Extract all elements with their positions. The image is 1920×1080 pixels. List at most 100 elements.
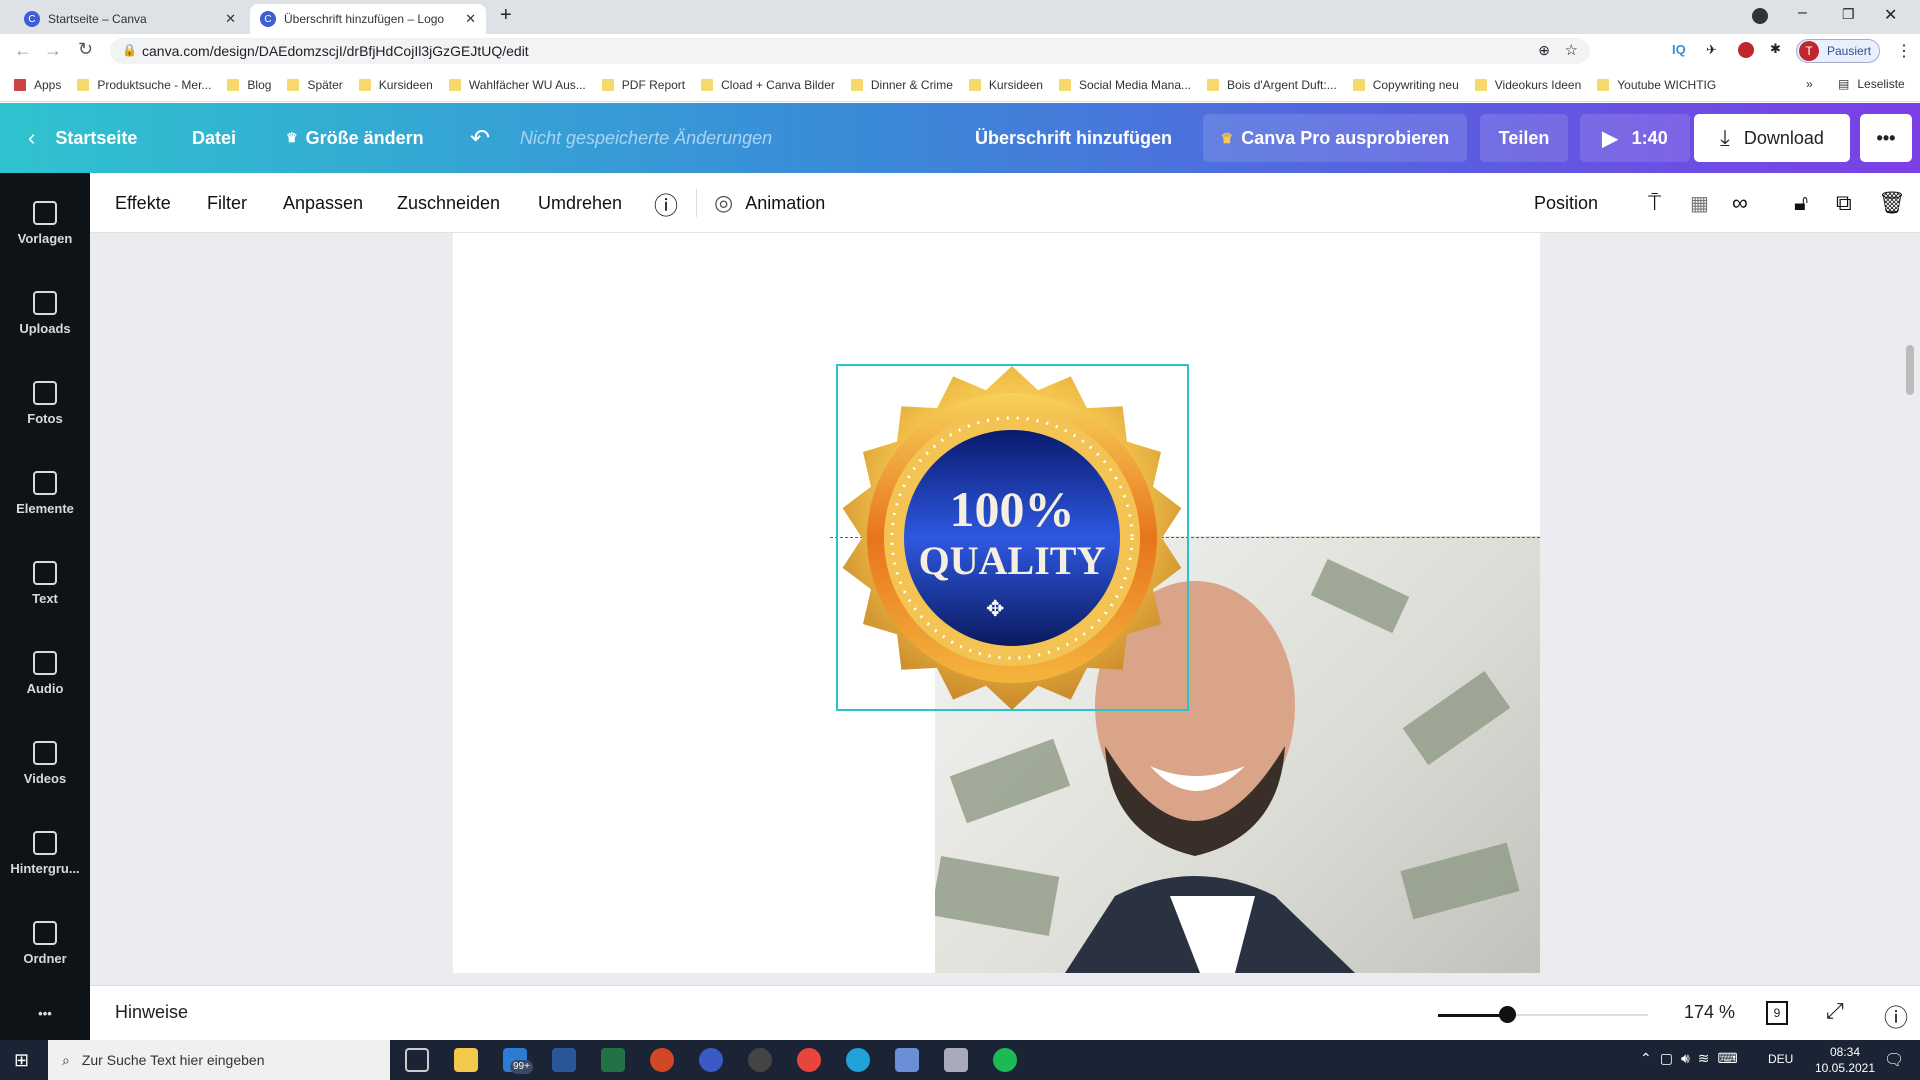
present-button[interactable]: ▶ 1:40 xyxy=(1580,114,1690,162)
sidebar-more-icon[interactable]: ••• xyxy=(0,998,90,1028)
close-window-button[interactable]: ✕ xyxy=(1884,5,1897,25)
reading-list-icon: ▤ xyxy=(1838,77,1850,91)
sidebar-item-hintergru[interactable]: Hintergru... xyxy=(0,813,90,893)
unlock-icon[interactable]: 🔓︎ xyxy=(1794,173,1808,233)
sidebar-item-vorlagen[interactable]: Vorlagen xyxy=(0,183,90,263)
undo-icon[interactable]: ↶ xyxy=(470,103,490,173)
maximize-button[interactable]: ❐ xyxy=(1842,6,1855,23)
more-bookmarks-icon[interactable]: » xyxy=(1806,77,1813,91)
word-icon[interactable] xyxy=(552,1048,576,1072)
bookmark-star-icon[interactable]: ☆ xyxy=(1565,41,1578,59)
adblock-icon[interactable] xyxy=(1738,42,1754,58)
back-icon[interactable]: ← xyxy=(14,40,32,61)
duplicate-icon[interactable]: ⧉ xyxy=(1836,173,1852,233)
bookmark-item[interactable]: Kursideen xyxy=(968,78,1043,92)
info-icon[interactable]: ⓘ xyxy=(654,173,678,233)
taskbar-search-input[interactable]: ⌕ Zur Suche Text hier eingeben xyxy=(48,1040,390,1080)
sidebar-item-uploads[interactable]: Uploads xyxy=(0,273,90,353)
bookmark-item[interactable]: Youtube WICHTIG xyxy=(1597,78,1716,92)
pages-button[interactable]: 9 xyxy=(1766,1001,1788,1025)
reading-list[interactable]: ▤ Leseliste xyxy=(1838,77,1905,91)
transparency-icon[interactable]: ▦ xyxy=(1690,173,1709,233)
bookmark-item[interactable]: Cload + Canva Bilder xyxy=(701,78,835,92)
quality-badge[interactable]: 100% QUALITY ✥ xyxy=(836,364,1189,711)
bookmark-item[interactable]: Apps xyxy=(14,78,61,92)
bookmark-item[interactable]: Blog xyxy=(227,78,271,92)
new-tab-button[interactable]: + xyxy=(500,4,512,27)
canva-pro-button[interactable]: ♛ Canva Pro ausprobieren xyxy=(1203,114,1467,162)
zoom-icon[interactable]: ⊕ xyxy=(1538,42,1550,59)
sidebar-item-ordner[interactable]: Ordner xyxy=(0,903,90,983)
download-button[interactable]: ⤓ Download xyxy=(1694,114,1850,162)
forward-icon[interactable]: → xyxy=(44,40,62,61)
chrome-menu-icon[interactable]: ⋮ xyxy=(1896,41,1912,61)
more-options-button[interactable]: ••• xyxy=(1860,114,1912,162)
iq-extension-icon[interactable]: IQ xyxy=(1672,42,1686,57)
sidebar-item-videos[interactable]: Videos xyxy=(0,723,90,803)
notifications-icon[interactable]: 🗨︎ xyxy=(1884,1050,1904,1070)
vertical-scrollbar[interactable] xyxy=(1906,345,1914,395)
toolbar-anpassen[interactable]: Anpassen xyxy=(283,173,363,233)
paint-roller-icon[interactable]: ⍑ xyxy=(1648,173,1661,233)
close-tab-icon[interactable]: ✕ xyxy=(225,11,236,27)
fullscreen-icon[interactable]: ⤢ xyxy=(1826,998,1844,1024)
edge-icon[interactable] xyxy=(846,1048,870,1072)
sidebar-item-fotos[interactable]: Fotos xyxy=(0,363,90,443)
bookmark-item[interactable]: PDF Report xyxy=(601,78,685,92)
bookmark-item[interactable]: Produktsuche - Mer... xyxy=(77,78,211,92)
extension-icon[interactable]: ✈ xyxy=(1706,42,1717,58)
bookmark-item[interactable]: Dinner & Crime xyxy=(850,78,953,92)
app-icon[interactable] xyxy=(944,1048,968,1072)
minimize-button[interactable]: – xyxy=(1798,4,1807,22)
close-tab-icon[interactable]: ✕ xyxy=(465,11,476,27)
toolbar-umdrehen[interactable]: Umdrehen xyxy=(538,173,622,233)
file-explorer-icon[interactable] xyxy=(454,1048,478,1072)
sidebar-item-audio[interactable]: Audio xyxy=(0,633,90,713)
toolbar-animation[interactable]: ◎ Animation xyxy=(714,173,825,233)
obs-icon[interactable] xyxy=(748,1048,772,1072)
profile-button[interactable]: T Pausiert xyxy=(1796,39,1880,63)
extensions-puzzle-icon[interactable]: ✱ xyxy=(1770,41,1781,57)
trash-icon[interactable]: 🗑︎ xyxy=(1878,173,1906,233)
zoom-level[interactable]: 174 % xyxy=(1684,1002,1735,1023)
help-icon[interactable]: ⓘ xyxy=(1884,998,1908,1033)
tab-search-icon[interactable] xyxy=(1752,8,1768,24)
file-menu-button[interactable]: Datei xyxy=(192,103,236,173)
tab-startseite[interactable]: C Startseite – Canva ✕ xyxy=(14,4,246,34)
bookmark-item[interactable]: Bois d'Argent Duft:... xyxy=(1207,78,1337,92)
bookmark-item[interactable]: Wahlfächer WU Aus... xyxy=(448,78,586,92)
sidebar-item-text[interactable]: Text xyxy=(0,543,90,623)
bookmark-item[interactable]: Kursideen xyxy=(358,78,433,92)
home-button[interactable]: ‹ Startseite xyxy=(28,103,137,173)
toolbar-zuschneiden[interactable]: Zuschneiden xyxy=(397,173,500,233)
task-view-icon[interactable] xyxy=(405,1048,429,1072)
excel-icon[interactable] xyxy=(601,1048,625,1072)
bookmark-item[interactable]: Später xyxy=(287,78,343,92)
spotify-icon[interactable] xyxy=(993,1048,1017,1072)
system-tray-icons[interactable]: ⌃▢🔊︎≋⌨ xyxy=(1640,1050,1746,1067)
bookmark-item[interactable]: Copywriting neu xyxy=(1352,78,1459,92)
design-title[interactable]: Überschrift hinzufügen xyxy=(975,103,1172,173)
resize-button[interactable]: ♛ Größe ändern xyxy=(286,103,424,173)
clock[interactable]: 08:34 10.05.2021 xyxy=(1810,1044,1880,1076)
share-button[interactable]: Teilen xyxy=(1480,114,1568,162)
app-icon[interactable] xyxy=(699,1048,723,1072)
tab-ueberschrift[interactable]: C Überschrift hinzufügen – Logo ✕ xyxy=(250,4,486,34)
link-icon[interactable]: ∞ xyxy=(1732,173,1748,233)
sidebar-item-elemente[interactable]: Elemente xyxy=(0,453,90,533)
chrome-icon[interactable] xyxy=(797,1048,821,1072)
language-indicator[interactable]: DEU xyxy=(1768,1052,1793,1066)
notes-button[interactable]: Hinweise xyxy=(115,1002,188,1023)
toolbar-filter[interactable]: Filter xyxy=(207,173,247,233)
bookmark-item[interactable]: Social Media Mana... xyxy=(1058,78,1191,92)
zoom-slider[interactable] xyxy=(1438,1006,1648,1023)
toolbar-effekte[interactable]: Effekte xyxy=(115,173,171,233)
app-icon[interactable] xyxy=(895,1048,919,1072)
powerpoint-icon[interactable] xyxy=(650,1048,674,1072)
windows-start-icon[interactable]: ⊞ xyxy=(14,1050,29,1071)
reload-icon[interactable]: ↻ xyxy=(78,39,93,60)
badge-line1: 100% xyxy=(950,481,1075,537)
bookmark-item[interactable]: Videokurs Ideen xyxy=(1474,78,1581,92)
toolbar-position[interactable]: Position xyxy=(1534,173,1598,233)
url-input[interactable]: 🔒 canva.com/design/DAEdomzscjI/drBfjHdCoj… xyxy=(110,38,1590,64)
